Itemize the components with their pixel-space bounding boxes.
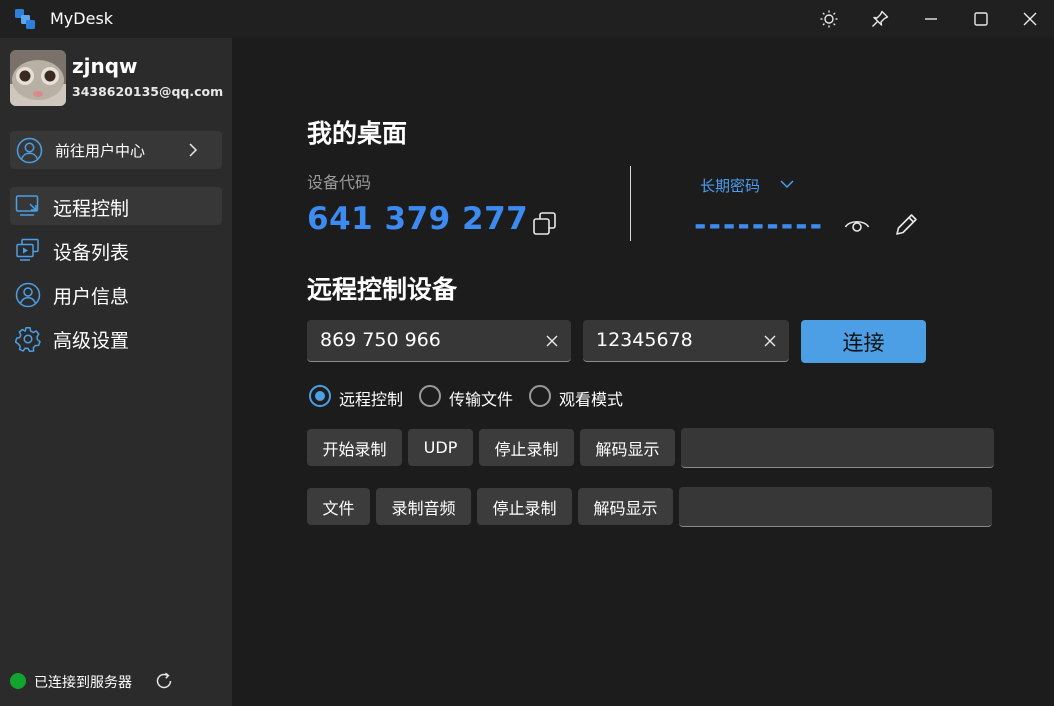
nav-label: 高级设置 xyxy=(53,330,130,352)
refresh-button[interactable] xyxy=(154,671,174,691)
remote-control-icon xyxy=(15,194,41,218)
copy-icon xyxy=(533,212,556,235)
row2-input[interactable] xyxy=(679,487,992,527)
nav-item-remote-control[interactable]: 远程控制 xyxy=(10,187,222,225)
password-input[interactable]: 12345678 xyxy=(583,320,789,362)
password-value: 12345678 xyxy=(596,329,693,351)
theme-toggle-button[interactable] xyxy=(814,4,844,34)
radio-label: 观看模式 xyxy=(559,390,624,409)
edit-password-button[interactable] xyxy=(893,211,921,239)
device-code-label: 设备代码 xyxy=(307,173,372,192)
app-logo-icon xyxy=(14,8,36,30)
pin-icon xyxy=(872,10,889,27)
clear-device-id-button[interactable] xyxy=(545,334,559,348)
stop-record-button[interactable]: 停止录制 xyxy=(477,488,572,525)
title-bar: MyDesk xyxy=(0,0,1054,38)
eye-icon xyxy=(844,220,870,232)
file-button[interactable]: 文件 xyxy=(307,488,370,525)
start-record-button[interactable]: 开始录制 xyxy=(307,429,402,466)
record-audio-button[interactable]: 录制音频 xyxy=(376,488,471,525)
pencil-icon xyxy=(896,214,917,235)
user-center-button[interactable]: 前往用户中心 xyxy=(10,131,222,169)
close-icon xyxy=(546,335,558,347)
row1-input[interactable] xyxy=(681,428,994,468)
clear-password-button[interactable] xyxy=(763,334,777,348)
copy-code-button[interactable] xyxy=(531,210,559,238)
user-icon xyxy=(15,282,41,308)
username: zjnqw xyxy=(72,54,138,78)
user-email: 3438620135@qq.com xyxy=(72,84,224,99)
minimize-icon xyxy=(925,18,937,20)
show-password-button[interactable] xyxy=(843,212,871,236)
device-list-icon xyxy=(15,238,41,262)
nav-item-user-info[interactable]: 用户信息 xyxy=(10,275,222,313)
close-icon xyxy=(1023,12,1037,26)
radio-indicator xyxy=(419,385,441,407)
chevron-down-icon[interactable] xyxy=(778,176,796,192)
device-id-input[interactable]: 869 750 966 xyxy=(307,320,571,362)
nav-item-advanced-settings[interactable]: 高级设置 xyxy=(10,319,222,357)
avatar[interactable] xyxy=(10,50,66,106)
nav-label: 远程控制 xyxy=(53,198,130,220)
connect-button[interactable]: 连接 xyxy=(801,320,926,363)
radio-indicator xyxy=(309,385,331,407)
sidebar: zjnqw 3438620135@qq.com 前往用户中心 远程控制 设备列表… xyxy=(0,38,232,706)
device-id-value: 869 750 966 xyxy=(320,329,441,351)
app-title: MyDesk xyxy=(50,9,114,28)
radio-label: 远程控制 xyxy=(339,390,404,409)
password-mask: --------- xyxy=(694,208,825,243)
status-text: 已连接到服务器 xyxy=(34,675,132,691)
maximize-icon xyxy=(974,12,988,26)
udp-button[interactable]: UDP xyxy=(408,429,473,466)
theme-icon xyxy=(820,10,838,28)
radio-label: 传输文件 xyxy=(449,390,514,409)
radio-indicator xyxy=(529,385,551,407)
maximize-button[interactable] xyxy=(966,4,996,34)
close-button[interactable] xyxy=(1015,4,1045,34)
nav-label: 用户信息 xyxy=(53,286,130,308)
nav-item-device-list[interactable]: 设备列表 xyxy=(10,231,222,269)
close-icon xyxy=(764,335,776,347)
gear-icon xyxy=(15,326,41,352)
nav-label: 设备列表 xyxy=(53,242,130,264)
divider xyxy=(630,166,631,241)
decode-display-button[interactable]: 解码显示 xyxy=(580,429,675,466)
user-circle-icon xyxy=(16,137,43,164)
my-desktop-title: 我的桌面 xyxy=(307,119,408,148)
remote-control-title: 远程控制设备 xyxy=(307,275,458,304)
stop-record-button[interactable]: 停止录制 xyxy=(479,429,574,466)
user-center-label: 前往用户中心 xyxy=(55,142,146,160)
minimize-button[interactable] xyxy=(916,4,946,34)
status-indicator xyxy=(10,673,26,689)
pin-button[interactable] xyxy=(865,4,895,34)
password-type-dropdown[interactable]: 长期密码 xyxy=(700,175,760,196)
refresh-icon xyxy=(156,672,172,689)
device-code: 641 379 277 xyxy=(307,201,529,237)
decode-display-button[interactable]: 解码显示 xyxy=(578,488,673,525)
chevron-right-icon xyxy=(186,142,200,158)
